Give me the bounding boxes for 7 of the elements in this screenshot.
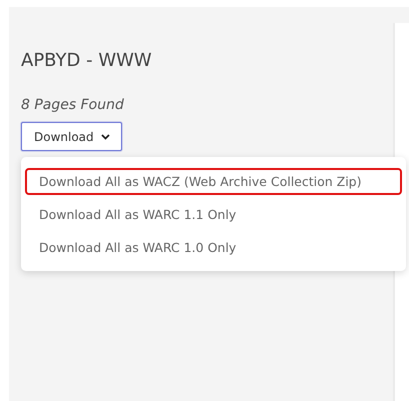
menu-item[interactable]: Download All as WARC 1.0 Only <box>25 234 402 261</box>
menu-item[interactable]: Download All as WARC 1.1 Only <box>25 201 402 228</box>
page-title: APBYD - WWW <box>21 50 152 71</box>
download-button[interactable]: Download <box>21 122 122 151</box>
menu-item[interactable]: Download All as WACZ (Web Archive Collection Zip) <box>25 168 402 195</box>
chevron-down-icon <box>100 134 110 140</box>
pages-found-count: 8 Pages Found <box>21 97 124 113</box>
